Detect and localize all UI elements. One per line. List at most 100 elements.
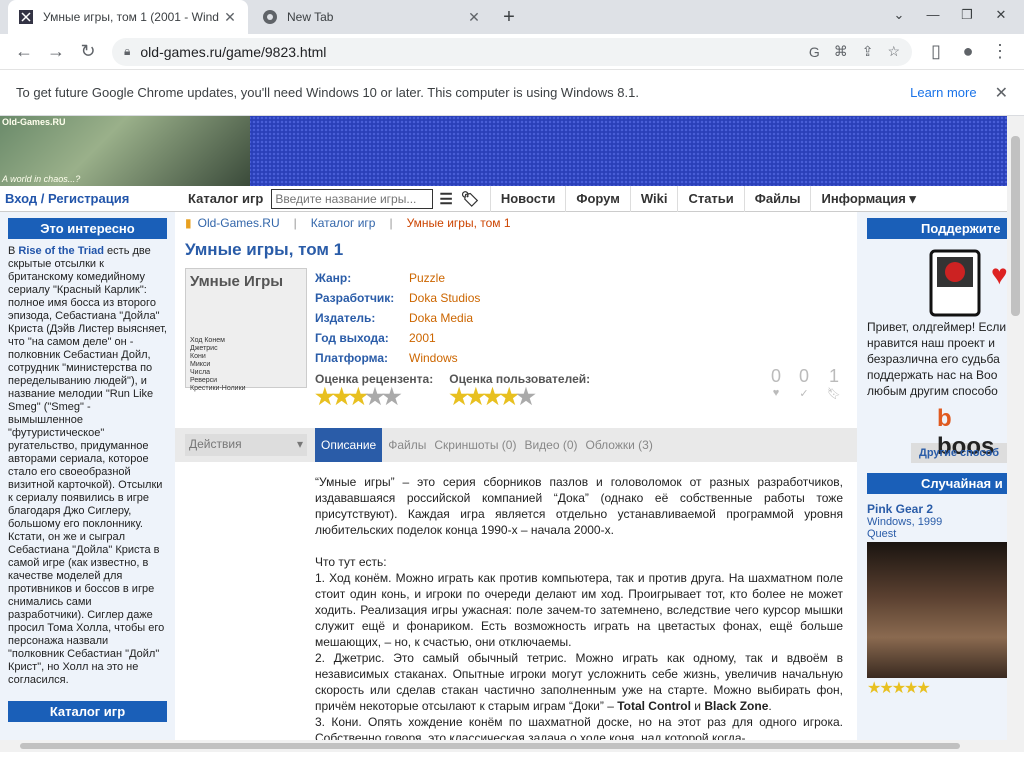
- random-game-heading: Случайная и: [867, 473, 1007, 494]
- site-logo[interactable]: Old-Games.RU A world in chaos...?: [0, 116, 250, 186]
- played-count-value: 0: [799, 366, 810, 386]
- close-icon[interactable]: ✕: [995, 83, 1008, 103]
- filter-icon[interactable]: ☰: [433, 190, 458, 208]
- tag-icon[interactable]: 🏷︎: [459, 190, 490, 208]
- address-bar[interactable]: 🔒︎ old-games.ru/game/9823.html G ⌘ ⇪ ☆: [112, 37, 912, 66]
- nav-forum[interactable]: Форум: [565, 185, 629, 212]
- cover-item: Крестики-Нолики: [190, 385, 246, 392]
- forward-icon[interactable]: →: [40, 36, 72, 68]
- scrollbar-thumb[interactable]: [1011, 136, 1020, 316]
- boosty-logo[interactable]: b boos: [867, 399, 1007, 460]
- heart-icon: ♥: [991, 259, 1008, 290]
- left-sidebar: Это интересно В Rise of the Triad есть д…: [0, 212, 175, 752]
- action-counts: 0 ♥ 0 ✓ 1 🔖︎: [771, 366, 841, 400]
- breadcrumb-home[interactable]: Old-Games.RU: [198, 216, 280, 230]
- cover-item: Кони: [190, 353, 206, 360]
- field-label: Разработчик:: [315, 291, 395, 305]
- infobar-text: To get future Google Chrome updates, you…: [16, 85, 639, 100]
- actions-dropdown[interactable]: Действия ▾: [185, 434, 307, 456]
- game-fields: Жанр: Puzzle Разработчик: Doka Studios Изд…: [315, 268, 857, 410]
- site-favicon-icon: [19, 10, 33, 24]
- main-content: ▮ Old-Games.RU | Каталог игр | Умные игр…: [175, 212, 857, 752]
- tab-active[interactable]: Умные игры, том 1 (2001 - Wind ✕: [8, 0, 248, 34]
- like-count[interactable]: 0 ♥: [771, 366, 781, 400]
- game-link[interactable]: Total Control: [617, 699, 691, 713]
- lock-icon: 🔒︎: [124, 44, 131, 58]
- field-label: Издатель:: [315, 311, 376, 325]
- year-link[interactable]: 2001: [409, 328, 436, 348]
- search-input[interactable]: [271, 188, 434, 209]
- actions-label: Действия: [189, 437, 242, 451]
- game-link[interactable]: Black Zone: [704, 699, 768, 713]
- tab-video[interactable]: Видео (0): [524, 438, 577, 452]
- rott-link[interactable]: Rise of the Triad: [18, 245, 104, 257]
- played-count[interactable]: 0 ✓: [799, 366, 809, 400]
- tab-title: New Tab: [287, 10, 334, 24]
- page-title: Умные игры, том 1: [185, 240, 344, 259]
- genre-link[interactable]: Puzzle: [409, 268, 445, 288]
- cover-item: Реверси: [190, 377, 218, 384]
- nav-files[interactable]: Файлы: [743, 185, 811, 212]
- new-tab-button[interactable]: +: [498, 6, 520, 29]
- restore-button[interactable]: ❐: [950, 0, 984, 30]
- learn-more-link[interactable]: Learn more: [910, 85, 976, 100]
- tab-new[interactable]: New Tab ✕: [252, 0, 492, 34]
- random-game-screenshot[interactable]: [867, 542, 1007, 678]
- share-icon[interactable]: ⇪: [862, 43, 874, 60]
- other-ways-button[interactable]: Другие способ: [911, 443, 1007, 463]
- vertical-scrollbar[interactable]: [1007, 116, 1024, 752]
- back-icon[interactable]: ←: [8, 36, 40, 68]
- profile-icon[interactable]: ●: [952, 36, 984, 68]
- desc-paragraph: 2. Джетрис. Это самый обычный тетрис. Мо…: [315, 651, 843, 713]
- breadcrumb-current: Умные игры, том 1: [406, 216, 511, 230]
- review-stars: ★★★★★: [315, 384, 402, 409]
- game-info: Умные Игры Ход Конем Джетрис Кони Микси …: [175, 268, 857, 410]
- sidepanel-icon[interactable]: ▯: [920, 36, 952, 68]
- cover-item: Микси: [190, 361, 211, 368]
- scrollbar-thumb[interactable]: [20, 743, 960, 749]
- field-label: Платформа:: [315, 351, 389, 365]
- catalog-link[interactable]: Каталог игр: [180, 191, 271, 206]
- translate-icon[interactable]: ⌘: [834, 43, 848, 60]
- cover-title: Умные Игры: [190, 273, 284, 290]
- cover-image[interactable]: Умные Игры Ход Конем Джетрис Кони Микси …: [185, 268, 307, 392]
- web-page: Old-Games.RU A world in chaos...? Вход /…: [0, 116, 1024, 752]
- nav-news[interactable]: Новости: [489, 185, 566, 212]
- field-developer: Разработчик: Doka Studios: [315, 288, 857, 308]
- close-tab-icon[interactable]: ✕: [222, 9, 238, 26]
- cover-list: Ход Конем Джетрис Кони Микси Числа Ревер…: [190, 337, 246, 393]
- tab-screenshots[interactable]: Скриншоты (0): [434, 438, 516, 452]
- bookmark-star-icon[interactable]: ☆: [887, 43, 900, 60]
- close-window-button[interactable]: ✕: [984, 0, 1018, 30]
- login-link[interactable]: Вход / Регистрация: [0, 191, 180, 206]
- nav-wiki[interactable]: Wiki: [629, 185, 678, 212]
- platform-link[interactable]: Windows: [409, 348, 458, 368]
- tab-title: Умные игры, том 1 (2001 - Wind: [43, 10, 219, 24]
- horizontal-scrollbar[interactable]: [0, 740, 1007, 752]
- menu-icon[interactable]: ⋮: [984, 36, 1016, 68]
- random-game-stars: ★★★★★: [867, 680, 931, 697]
- developer-link[interactable]: Doka Studios: [409, 288, 480, 308]
- nav-info[interactable]: Информация ▾: [810, 185, 926, 212]
- chevron-down-icon[interactable]: ⌄: [882, 0, 916, 30]
- catalog-heading[interactable]: Каталог игр: [8, 701, 167, 722]
- google-icon[interactable]: G: [809, 44, 820, 60]
- close-tab-icon[interactable]: ✕: [466, 9, 482, 26]
- desc-paragraph: “Умные игры” – это серия сборников пазло…: [315, 475, 843, 537]
- random-game-title[interactable]: Pink Gear 2: [867, 502, 1007, 516]
- breadcrumb: ▮ Old-Games.RU | Каталог игр | Умные игр…: [175, 212, 857, 234]
- field-platform: Платформа: Windows: [315, 348, 857, 368]
- publisher-link[interactable]: Doka Media: [409, 308, 473, 328]
- minimize-button[interactable]: —: [916, 0, 950, 30]
- bookmark-count[interactable]: 1 🔖︎: [827, 366, 841, 400]
- tab-covers[interactable]: Обложки (3): [586, 438, 653, 452]
- breadcrumb-catalog[interactable]: Каталог игр: [311, 216, 376, 230]
- field-year: Год выхода: 2001: [315, 328, 857, 348]
- user-stars[interactable]: ★★★★★: [449, 384, 590, 410]
- nav-articles[interactable]: Статьи: [677, 185, 743, 212]
- reload-icon[interactable]: ↻: [72, 36, 104, 68]
- tab-files[interactable]: Файлы: [388, 438, 426, 452]
- field-label: Жанр:: [315, 271, 352, 285]
- tab-description[interactable]: Описание: [315, 428, 383, 462]
- catalog-icon: ▮: [185, 216, 192, 230]
